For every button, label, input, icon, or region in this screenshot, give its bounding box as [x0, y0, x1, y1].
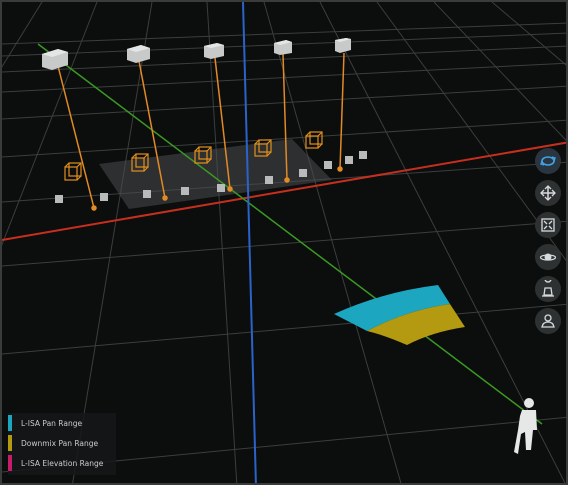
speaker-link-dot	[284, 177, 290, 183]
floor-object[interactable]	[345, 156, 353, 164]
y-axis-line	[242, 2, 257, 483]
range-legend: L-ISA Pan Range Downmix Pan Range L-ISA …	[8, 413, 116, 475]
speaker-cube[interactable]	[274, 40, 292, 55]
speaker-cube[interactable]	[204, 43, 224, 59]
3d-viewport[interactable]: L-ISA Pan Range Downmix Pan Range L-ISA …	[0, 0, 568, 485]
speaker-link-dot	[91, 205, 97, 211]
rotate-button[interactable]	[535, 148, 561, 174]
speakers[interactable]	[42, 38, 351, 70]
listener-view-icon	[541, 314, 555, 328]
floor-object[interactable]	[55, 195, 63, 203]
view-toolbar	[535, 148, 563, 334]
fit-view-button[interactable]	[535, 212, 561, 238]
floor-object[interactable]	[299, 169, 307, 177]
speaker-link-dot	[162, 195, 168, 201]
grid-line	[206, 2, 238, 483]
move-button[interactable]	[535, 180, 561, 206]
orbit-view-button[interactable]	[535, 244, 561, 270]
listener-position-icon	[542, 280, 554, 297]
rotate-icon	[540, 156, 556, 166]
speaker-cube[interactable]	[127, 45, 150, 63]
floor-object[interactable]	[324, 161, 332, 169]
speaker-link-dot	[227, 186, 233, 192]
speaker-link-dot	[337, 166, 343, 172]
floor-object[interactable]	[359, 151, 367, 159]
legend-label: L-ISA Elevation Range	[21, 458, 104, 468]
legend-swatch	[8, 415, 12, 431]
legend-label: Downmix Pan Range	[21, 438, 99, 448]
orbit-view-icon	[539, 253, 557, 261]
floor-object[interactable]	[265, 176, 273, 184]
pan-range-surface	[334, 285, 465, 345]
fit-view-icon	[541, 218, 555, 232]
legend-item-downmix-pan: Downmix Pan Range	[8, 433, 116, 453]
floor-object[interactable]	[181, 187, 189, 195]
legend-swatch	[8, 435, 12, 451]
floor-object[interactable]	[217, 184, 225, 192]
source-box[interactable]	[64, 162, 82, 181]
speaker-link-line	[339, 52, 345, 170]
legend-swatch	[8, 455, 12, 471]
speaker-cube[interactable]	[42, 49, 68, 70]
floor-object[interactable]	[100, 193, 108, 201]
move-icon	[540, 185, 556, 201]
grid-line	[2, 220, 566, 267]
legend-label: L-ISA Pan Range	[21, 418, 83, 428]
source-box[interactable]	[305, 131, 323, 149]
legend-item-lisa-pan: L-ISA Pan Range	[8, 413, 116, 433]
grid-line	[2, 303, 566, 355]
listener-view-button[interactable]	[535, 308, 561, 334]
stage-plane	[99, 139, 332, 209]
legend-item-lisa-elevation: L-ISA Elevation Range	[8, 453, 116, 473]
listener-position-button[interactable]	[535, 276, 561, 302]
speaker-cube[interactable]	[335, 38, 351, 53]
floor-object[interactable]	[143, 190, 151, 198]
